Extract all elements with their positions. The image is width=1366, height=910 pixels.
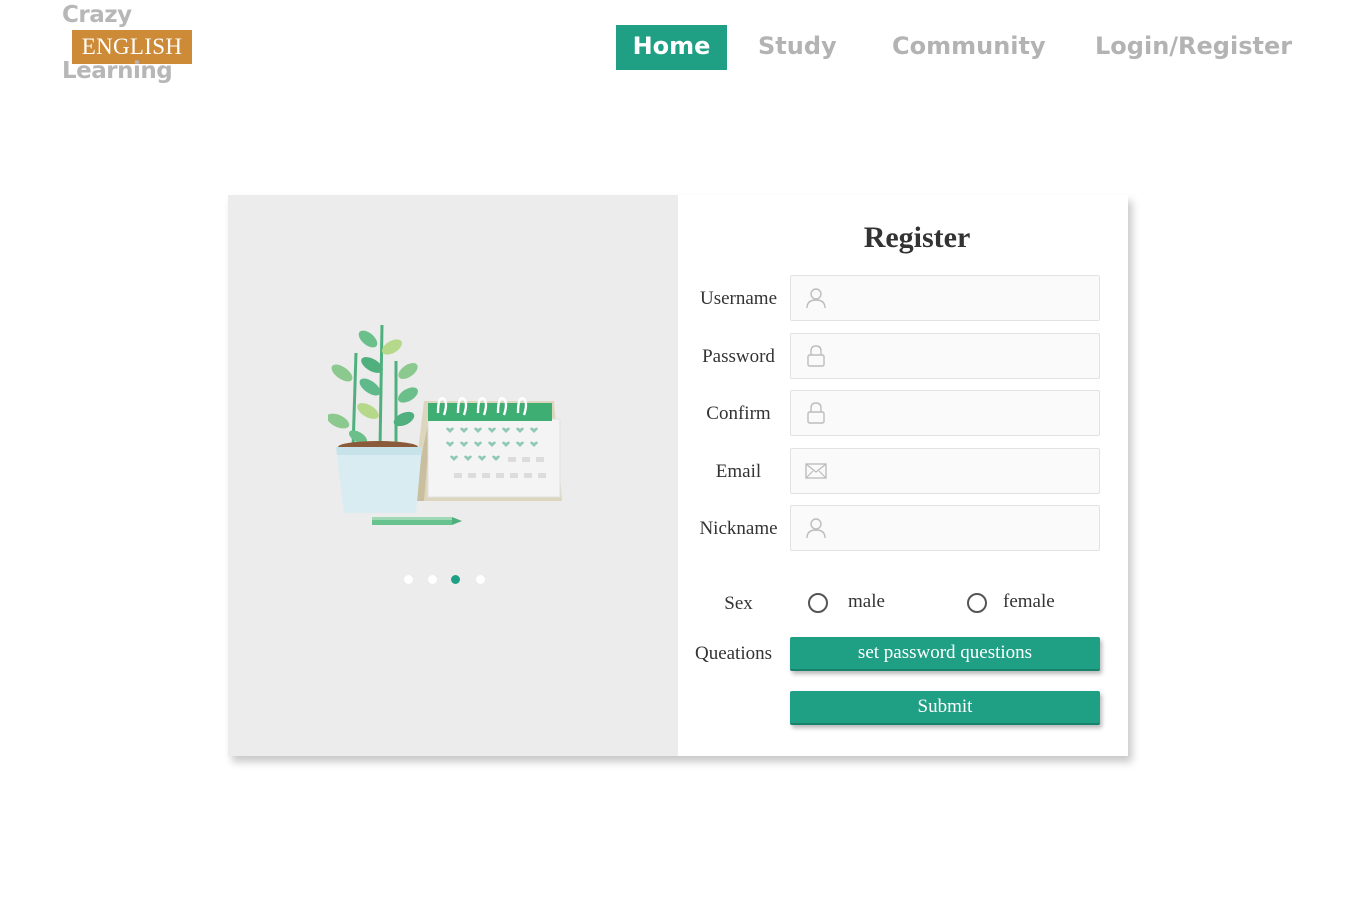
- email-input[interactable]: [837, 449, 1091, 493]
- main-nav: Home Study Community Login/Register: [0, 25, 1366, 70]
- register-card: Register Username Password Confirm Email…: [228, 195, 1128, 756]
- carousel-dot-2[interactable]: [428, 575, 437, 584]
- radio-female-label: female: [1003, 591, 1055, 612]
- nav-login-register[interactable]: Login/Register: [1095, 25, 1292, 70]
- confirm-label: Confirm: [706, 403, 771, 424]
- form-title: Register: [863, 221, 971, 254]
- nav-home[interactable]: Home: [616, 25, 727, 70]
- nickname-field[interactable]: [790, 505, 1100, 551]
- sex-option-female[interactable]: female: [967, 591, 1067, 615]
- questions-label: Queations: [694, 643, 773, 664]
- user-icon: [806, 288, 826, 309]
- email-field[interactable]: [790, 448, 1100, 494]
- submit-button[interactable]: Submit: [790, 691, 1100, 725]
- email-label: Email: [715, 461, 762, 482]
- user-icon: [806, 518, 826, 539]
- username-field[interactable]: [790, 275, 1100, 321]
- sex-label: Sex: [724, 593, 753, 614]
- username-input[interactable]: [837, 276, 1091, 320]
- carousel-dot-4[interactable]: [476, 575, 485, 584]
- nav-study[interactable]: Study: [758, 25, 837, 70]
- radio-male-label: male: [848, 591, 885, 612]
- password-label: Password: [702, 346, 775, 367]
- carousel-indicators: [404, 575, 494, 587]
- lock-icon: [807, 345, 825, 367]
- set-password-questions-button[interactable]: set password questions: [790, 637, 1100, 671]
- nav-community[interactable]: Community: [892, 25, 1046, 70]
- sex-option-male[interactable]: male: [808, 591, 898, 615]
- password-field[interactable]: [790, 333, 1100, 379]
- carousel-dot-3[interactable]: [451, 575, 460, 584]
- confirm-password-input[interactable]: [837, 391, 1091, 435]
- password-input[interactable]: [837, 334, 1091, 378]
- username-label: Username: [699, 288, 778, 309]
- illustration-panel: [228, 195, 678, 756]
- confirm-password-field[interactable]: [790, 390, 1100, 436]
- nickname-label: Nickname: [699, 518, 778, 539]
- radio-male[interactable]: [808, 593, 828, 613]
- lock-icon: [807, 402, 825, 424]
- register-form-panel: Register Username Password Confirm Email…: [678, 195, 1128, 756]
- radio-female[interactable]: [967, 593, 987, 613]
- carousel-dot-1[interactable]: [404, 575, 413, 584]
- nickname-input[interactable]: [837, 506, 1091, 550]
- mail-icon: [805, 463, 827, 479]
- plant-calendar-illustration: [328, 325, 562, 525]
